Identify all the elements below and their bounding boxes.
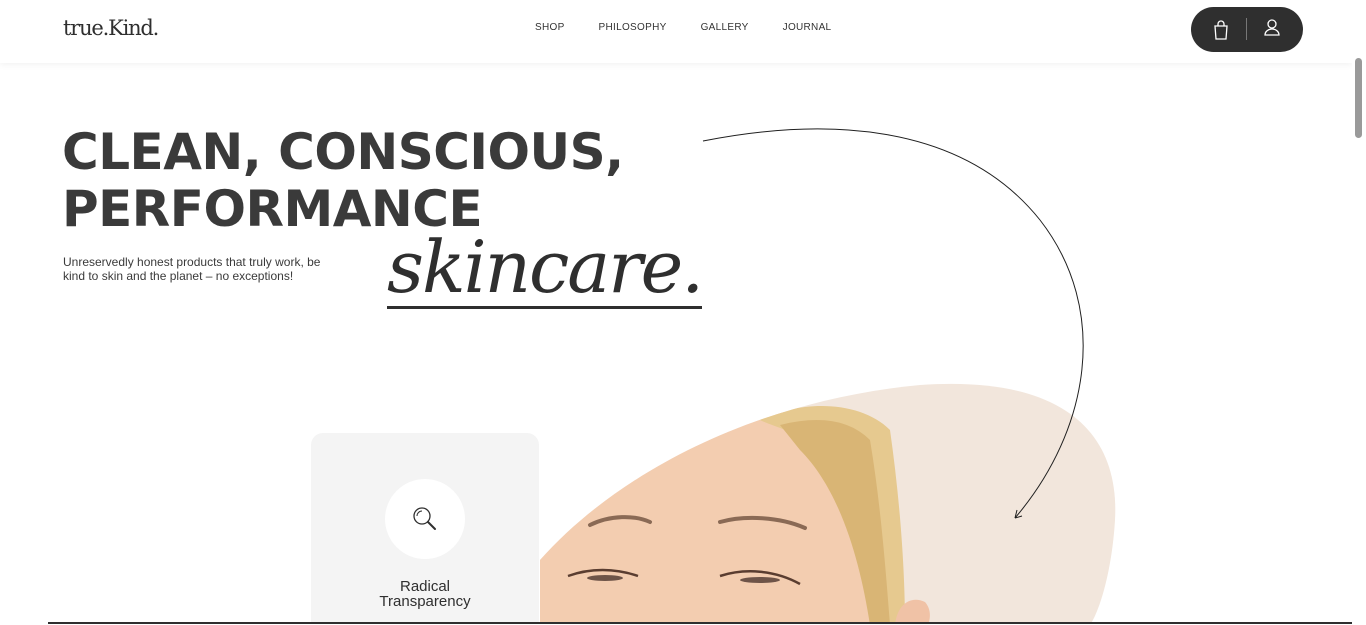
shopping-bag-icon[interactable] bbox=[1211, 19, 1231, 41]
magnifier-icon bbox=[413, 507, 436, 530]
nav-shop[interactable]: SHOP bbox=[535, 22, 565, 33]
nav-philosophy[interactable]: PHILOSOPHY bbox=[599, 22, 667, 33]
hero-script-word: skincare. bbox=[387, 225, 704, 309]
brand-logo[interactable]: true.Kind. bbox=[63, 16, 159, 40]
page-scrollbar-thumb[interactable] bbox=[1355, 58, 1362, 138]
decorative-arrow-curve bbox=[702, 128, 1084, 519]
feature-title-line2: Transparency bbox=[379, 593, 471, 610]
hero-artwork bbox=[540, 128, 1116, 625]
site-header: true.Kind. SHOP PHILOSOPHY GALLERY JOURN… bbox=[0, 0, 1352, 63]
user-icon[interactable] bbox=[1262, 17, 1282, 39]
feature-card-radical-transparency: Radical Transparency bbox=[311, 433, 539, 625]
bottom-line-segment bbox=[48, 622, 392, 624]
cart-account-pill bbox=[1191, 7, 1303, 52]
main-nav: SHOP PHILOSOPHY GALLERY JOURNAL bbox=[535, 22, 865, 33]
pill-divider bbox=[1246, 18, 1247, 40]
bottom-line-segment bbox=[392, 622, 1352, 624]
nav-journal[interactable]: JOURNAL bbox=[783, 22, 832, 33]
feature-title-line1: Radical bbox=[399, 578, 451, 595]
beige-blob bbox=[540, 383, 1116, 625]
feature-title: Radical Transparency bbox=[311, 579, 539, 609]
hero-headline-line1: CLEAN, CONSCIOUS, bbox=[62, 123, 624, 181]
nav-gallery[interactable]: GALLERY bbox=[701, 22, 749, 33]
model-face-photo bbox=[540, 406, 930, 625]
arrow-head bbox=[1014, 509, 1023, 519]
feature-icon-circle bbox=[385, 479, 465, 559]
hero-subtitle: Unreservedly honest products that truly … bbox=[63, 255, 321, 283]
hero-headline: CLEAN, CONSCIOUS, PERFORMANCE bbox=[62, 124, 682, 238]
